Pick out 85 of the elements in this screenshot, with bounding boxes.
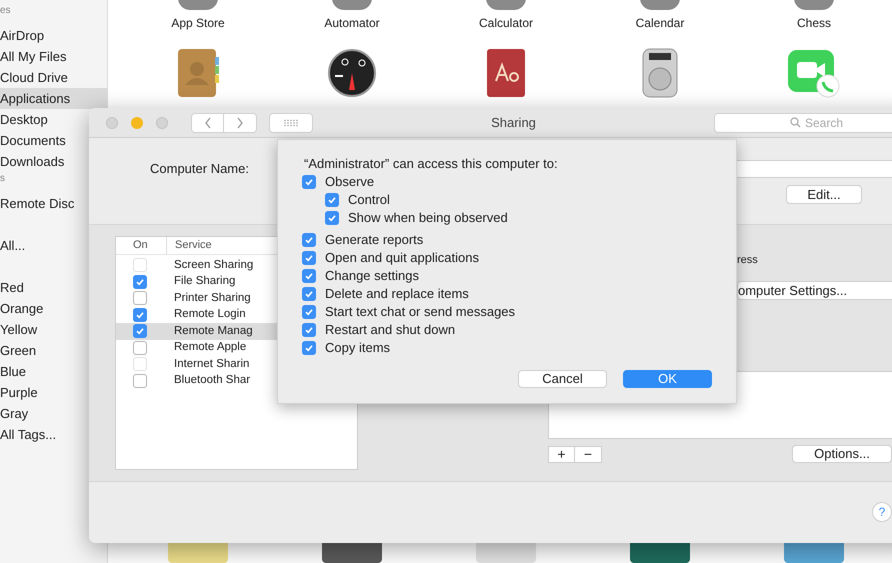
column-header[interactable]: Service [166,237,212,254]
permission-label: Generate reports [325,231,424,250]
permission-label: Delete and replace items [325,285,469,304]
sidebar-item[interactable]: All Tags... [0,424,56,445]
sidebar-item[interactable]: Remote Disc [0,193,74,214]
forward-button[interactable] [224,112,257,132]
permission-label: Show when being observed [348,209,508,228]
search-icon [790,117,801,128]
checkbox[interactable] [133,340,147,355]
checkbox[interactable] [302,305,316,319]
service-name: File Sharing [174,274,236,290]
dvd-player-icon[interactable] [640,47,680,99]
checkmark-icon [304,177,314,187]
sidebar-item[interactable]: Red [0,277,24,298]
checkbox[interactable] [302,323,316,337]
sidebar-item[interactable]: Purple [0,382,38,403]
sidebar-item[interactable]: Green [0,340,36,361]
permission-label: Copy items [325,339,390,358]
add-button[interactable]: + [548,446,575,462]
checkbox[interactable] [325,211,339,225]
sidebar-header: es [0,4,12,18]
edit-button[interactable]: Edit... [786,184,862,204]
sidebar-item[interactable]: Orange [0,298,44,319]
sidebar-item[interactable]: Gray [0,403,28,424]
sidebar-header: s [0,172,6,186]
checkmark-icon [135,310,145,320]
column-header[interactable]: On [116,237,166,254]
service-name: Printer Sharing [174,290,251,306]
gauge-icon[interactable] [327,48,377,98]
checkbox[interactable] [133,291,147,306]
service-name: Screen Sharing [174,258,254,273]
permission-label: Open and quit applications [325,249,479,268]
checkbox[interactable] [302,269,316,283]
address-text: ress [737,253,759,267]
service-row[interactable]: Bluetooth Shar [116,372,357,389]
computer-name-label: Computer Name: [150,160,250,178]
service-name: Remote Login [174,307,246,322]
checkbox[interactable] [133,374,147,388]
sidebar-item[interactable]: All... [0,235,26,256]
app-label[interactable]: Automator [324,16,380,30]
app-label[interactable]: Chess [796,16,831,30]
checkmark-icon [135,276,145,287]
checkbox[interactable] [133,308,147,322]
sidebar-item[interactable]: Documents [0,130,66,151]
checkmark-icon [135,326,145,336]
app-label[interactable]: Calculator [478,16,534,30]
checkbox[interactable] [325,193,339,207]
sidebar-item[interactable]: Cloud Drive [0,67,68,88]
permission-label: Change settings [325,267,419,286]
checkbox[interactable] [133,324,147,338]
permission-label: Control [348,191,390,210]
sidebar-item[interactable]: AirDrop [0,25,44,46]
checkbox[interactable] [302,175,316,189]
service-name: Remote Manag [174,324,253,339]
sheet-heading: “Administrator” can access this computer to: [304,155,558,173]
grid-icon [283,118,299,126]
window-title: Sharing [490,114,537,132]
chevron-right-icon [236,116,244,128]
checkbox[interactable] [302,251,316,265]
sidebar-item[interactable]: Blue [0,361,26,382]
sidebar-item[interactable]: Applications [0,88,107,109]
app-label[interactable]: Calendar [636,16,684,30]
permission-label: Start text chat or send messages [325,303,516,322]
back-button[interactable] [191,112,224,132]
service-name: Bluetooth Shar [174,373,250,388]
service-name: Remote Apple [174,340,246,356]
app-label[interactable]: App Store [171,16,225,30]
sidebar-item[interactable]: Desktop [0,109,48,130]
remove-button[interactable]: − [575,446,602,462]
sidebar-item[interactable]: All My Files [0,46,66,67]
cancel-button[interactable]: Cancel [518,370,607,388]
checkbox[interactable] [302,341,316,355]
permission-label: Observe [325,173,374,192]
address-book-icon[interactable] [175,47,221,99]
sidebar-item[interactable]: Downloads [0,151,64,172]
dictionary-book-icon[interactable] [484,47,528,99]
checkbox[interactable] [133,274,147,289]
checkbox[interactable] [302,287,316,301]
options-button[interactable]: Options... [792,445,892,463]
service-name: Internet Sharin [174,356,250,372]
chevron-left-icon [204,116,212,128]
sidebar-item[interactable]: Yellow [0,319,38,340]
computer-settings-button[interactable]: omputer Settings... [737,281,892,300]
video-call-icon[interactable] [786,48,842,98]
checkbox[interactable] [302,233,316,247]
